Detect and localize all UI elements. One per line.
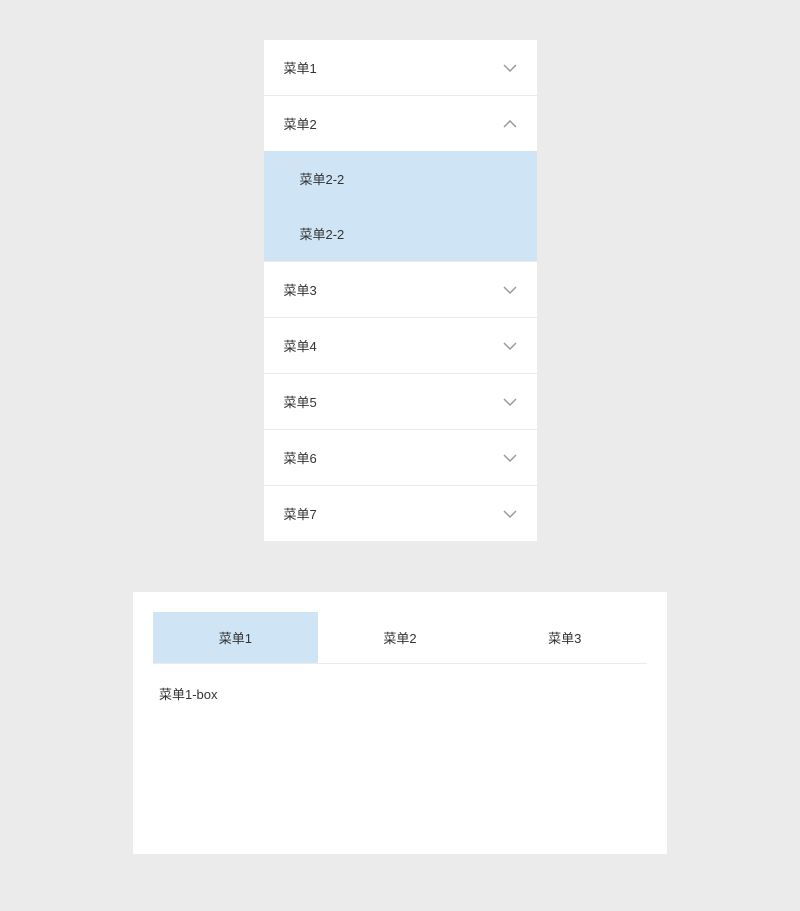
accordion-label: 菜单3 (284, 280, 317, 299)
accordion-item-4: 菜单4 (264, 318, 537, 374)
accordion-item-7: 菜单7 (264, 486, 537, 542)
accordion-header-2[interactable]: 菜单2 (264, 96, 537, 151)
tab-1[interactable]: 菜单1 (153, 612, 318, 663)
accordion-item-5: 菜单5 (264, 374, 537, 430)
accordion-menu: 菜单1 菜单2 菜单2-2 菜单2-2 菜单3 菜单4 (264, 40, 537, 542)
chevron-down-icon (503, 61, 517, 75)
submenu-item[interactable]: 菜单2-2 (264, 151, 537, 206)
accordion-header-3[interactable]: 菜单3 (264, 262, 537, 317)
tab-content: 菜单1-box (153, 664, 647, 814)
chevron-down-icon (503, 339, 517, 353)
accordion-label: 菜单4 (284, 336, 317, 355)
accordion-item-2: 菜单2 菜单2-2 菜单2-2 (264, 96, 537, 262)
accordion-header-4[interactable]: 菜单4 (264, 318, 537, 373)
accordion-header-1[interactable]: 菜单1 (264, 40, 537, 95)
accordion-label: 菜单5 (284, 392, 317, 411)
tab-row: 菜单1 菜单2 菜单3 (153, 612, 647, 664)
accordion-label: 菜单2 (284, 114, 317, 133)
chevron-up-icon (503, 117, 517, 131)
submenu-2: 菜单2-2 菜单2-2 (264, 151, 537, 261)
chevron-down-icon (503, 395, 517, 409)
accordion-item-6: 菜单6 (264, 430, 537, 486)
chevron-down-icon (503, 507, 517, 521)
accordion-item-1: 菜单1 (264, 40, 537, 96)
tab-3[interactable]: 菜单3 (482, 612, 647, 663)
accordion-label: 菜单7 (284, 504, 317, 523)
accordion-item-3: 菜单3 (264, 262, 537, 318)
submenu-item[interactable]: 菜单2-2 (264, 206, 537, 261)
accordion-header-6[interactable]: 菜单6 (264, 430, 537, 485)
tabs-panel: 菜单1 菜单2 菜单3 菜单1-box (133, 592, 667, 854)
chevron-down-icon (503, 451, 517, 465)
accordion-header-5[interactable]: 菜单5 (264, 374, 537, 429)
chevron-down-icon (503, 283, 517, 297)
tab-2[interactable]: 菜单2 (318, 612, 483, 663)
accordion-label: 菜单1 (284, 58, 317, 77)
accordion-label: 菜单6 (284, 448, 317, 467)
accordion-header-7[interactable]: 菜单7 (264, 486, 537, 541)
